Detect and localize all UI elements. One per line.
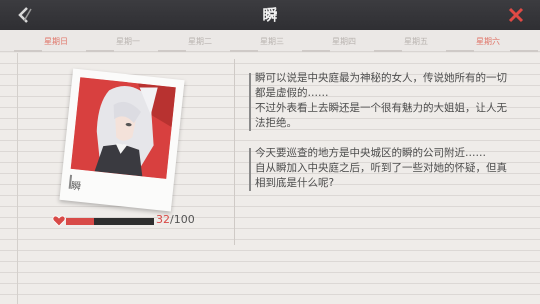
affection-value: 32/100 [156,213,195,226]
weekday-tab-wed[interactable]: 星期三 [254,36,290,47]
paragraph-marker [249,73,251,131]
weekday-tab-sun[interactable]: 星期日 [38,36,74,47]
story-notebook: 瞬可以说是中央庭最为神秘的女人，传说她所有的一切 都是虚假的…… 不过外表看上去… [234,59,528,245]
weekday-tab-fri[interactable]: 星期五 [398,36,434,47]
character-portrait [70,77,176,179]
story-paragraph-1: 瞬可以说是中央庭最为神秘的女人，传说她所有的一切 都是虚假的…… 不过外表看上去… [249,71,520,131]
weekday-tab-mon[interactable]: 星期一 [110,36,146,47]
day-divider [86,50,114,52]
weekday-tab-tue[interactable]: 星期二 [182,36,218,47]
story-line: 不过外表看上去瞬还是一个很有魅力的大姐姐，让人无 [255,102,507,114]
character-name: 瞬 [70,180,82,193]
story-line: 瞬可以说是中央庭最为神秘的女人，传说她所有的一切 [255,72,507,84]
heart-icon [52,215,66,227]
day-divider [374,50,402,52]
weekday-tab-sat[interactable]: 星期六 [470,36,506,47]
day-divider [446,50,474,52]
page-title: 瞬 [262,6,278,24]
affection-max: 100 [173,213,195,226]
day-divider [158,50,186,52]
affection-bar-fill [66,218,95,225]
story-paragraph-2: 今天要巡查的地方是中央城区的瞬的公司附近…… 自从瞬加入中央庭之后，听到了一些对… [249,146,520,191]
day-divider [510,50,538,52]
close-icon[interactable] [506,5,526,25]
day-divider [230,50,258,52]
character-polaroid[interactable]: 瞬 [59,68,185,212]
day-divider [14,50,42,52]
story-line: 今天要巡查的地方是中央城区的瞬的公司附近…… [255,147,486,159]
panel-binding [0,53,18,304]
paragraph-marker [249,148,251,191]
story-line: 都是虚假的…… [255,87,329,99]
story-line: 法拒绝。 [255,117,297,129]
day-divider [302,50,330,52]
affection-current: 32 [156,213,170,226]
top-bar: 瞬 [0,0,540,30]
story-line: 自从瞬加入中央庭之后，听到了一些对她的怀疑，但真 [255,162,507,174]
affection-bar [66,218,154,225]
weekday-tab-thu[interactable]: 星期四 [326,36,362,47]
weekday-strip: 星期日 星期一 星期二 星期三 星期四 星期五 星期六 [0,30,540,52]
story-line: 相到底是什么呢? [255,177,335,189]
